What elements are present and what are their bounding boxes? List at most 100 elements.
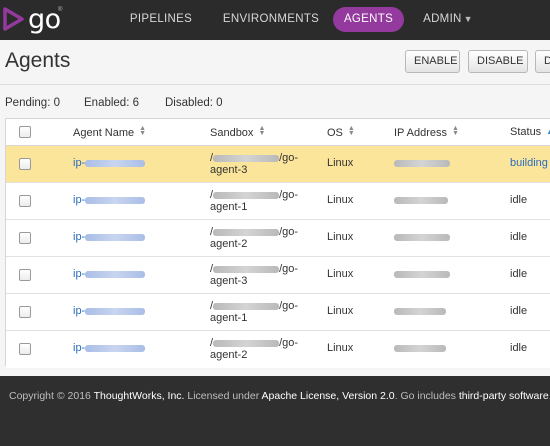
status-cell: idle (510, 305, 528, 317)
agent-name-link[interactable]: ip- (73, 305, 146, 317)
agent-name-prefix: ip- (73, 157, 86, 169)
sandbox-cell: //go-agent-1 (210, 300, 298, 324)
column-agent-name-label: Agent Name (73, 127, 135, 139)
agent-name-link[interactable]: ip- (73, 342, 146, 354)
column-os-label: OS (327, 127, 343, 139)
sandbox-cell: //go-agent-1 (210, 189, 298, 213)
status-cell[interactable]: building (510, 157, 548, 169)
redacted-hostname (85, 233, 146, 241)
redacted-ip (394, 270, 450, 278)
pending-count: Pending: 0 (5, 97, 60, 109)
redacted-hostname (85, 270, 146, 278)
sandbox-agent: agent-2 (210, 238, 248, 250)
delete-button[interactable]: D (535, 50, 550, 73)
nav-admin-label: ADMIN (423, 13, 462, 25)
os-cell: Linux (327, 342, 354, 354)
agent-name-link[interactable]: ip- (73, 231, 146, 243)
sandbox-agent: agent-1 (210, 312, 248, 324)
go-logo[interactable]: go ® (2, 4, 72, 35)
ip-address-cell (394, 268, 450, 280)
sort-icon: ▲ ▼ (139, 125, 147, 137)
redacted-hostname (85, 196, 146, 204)
redacted-ip (394, 159, 450, 167)
logo-registered-mark: ® (58, 7, 63, 13)
footer-third-party-link[interactable]: third-party software (459, 390, 549, 402)
os-cell: Linux (327, 231, 354, 243)
disable-button[interactable]: DISABLE (468, 50, 528, 73)
select-all-checkbox[interactable] (19, 126, 31, 138)
table-row[interactable]: ip- //go-agent-2 Linux idle (6, 220, 550, 257)
table-row[interactable]: ip- //go-agent-1 Linux idle (6, 294, 550, 331)
redacted-hostname (85, 159, 146, 167)
sandbox-cell: //go-agent-2 (210, 337, 298, 361)
sort-icon: ▲ ▼ (347, 125, 355, 137)
sandbox-cell: //go-agent-3 (210, 152, 298, 176)
caret-down-icon: ▼ (463, 14, 473, 24)
column-os[interactable]: OS ▲ ▼ (327, 125, 355, 139)
status-cell: idle (510, 231, 528, 243)
ip-address-cell (394, 305, 446, 317)
footer-licensed: Licensed under (184, 390, 262, 402)
table-row[interactable]: ip- //go-agent-2 Linux idle (6, 331, 550, 368)
ip-address-cell (394, 194, 448, 206)
agent-name-link[interactable]: ip- (73, 268, 146, 280)
enabled-count: Enabled: 6 (84, 97, 139, 109)
column-sandbox[interactable]: Sandbox ▲ ▼ (210, 125, 266, 139)
redacted-ip (394, 233, 450, 241)
column-agent-name[interactable]: Agent Name ▲ ▼ (73, 125, 147, 139)
row-checkbox[interactable] (19, 158, 31, 170)
sort-icon: ▲ ▼ (258, 125, 266, 137)
row-checkbox[interactable] (19, 269, 31, 281)
column-ip-address-label: IP Address (394, 127, 447, 139)
os-cell: Linux (327, 194, 354, 206)
column-ip-address[interactable]: IP Address ▲ ▼ (394, 125, 459, 139)
ip-address-cell (394, 157, 450, 169)
go-logo-icon (3, 7, 24, 31)
agent-name-link[interactable]: ip- (73, 194, 146, 206)
status-cell: idle (510, 194, 528, 206)
footer-company-link[interactable]: ThoughtWorks, Inc. (94, 390, 185, 402)
agent-name-link[interactable]: ip- (73, 157, 146, 169)
table-row[interactable]: ip- //go-agent-3 Linux idle (6, 257, 550, 294)
sandbox-cell: //go-agent-3 (210, 263, 298, 287)
sandbox-agent: agent-3 (210, 164, 248, 176)
footer-text: Copyright © 2016 ThoughtWorks, Inc. Lice… (9, 390, 550, 402)
logo-text: go (28, 4, 61, 35)
redacted-path (213, 302, 280, 310)
ip-address-cell (394, 231, 450, 243)
enable-button[interactable]: ENABLE (405, 50, 460, 73)
sandbox-suffix: /go- (279, 263, 299, 275)
redacted-path (213, 191, 280, 199)
agent-name-prefix: ip- (73, 231, 86, 243)
ip-address-cell (394, 342, 446, 354)
footer-license-link[interactable]: Apache License, Version 2.0 (262, 390, 395, 402)
redacted-ip (394, 344, 446, 352)
redacted-path (213, 154, 280, 162)
redacted-hostname (85, 307, 146, 315)
row-checkbox[interactable] (19, 343, 31, 355)
sandbox-suffix: /go- (279, 189, 299, 201)
redacted-path (213, 339, 280, 347)
column-status[interactable]: Status ▲ (510, 126, 550, 138)
sort-icon: ▲ ▼ (452, 125, 459, 137)
redacted-hostname (85, 344, 146, 352)
nav-environments[interactable]: ENVIRONMENTS (217, 7, 325, 32)
sandbox-suffix: /go- (279, 226, 299, 238)
table-row[interactable]: ip- //go-agent-3 Linux building (6, 146, 550, 183)
sort-up-icon: ▲ (546, 129, 550, 136)
redacted-ip (394, 307, 446, 315)
row-checkbox[interactable] (19, 232, 31, 244)
os-cell: Linux (327, 157, 354, 169)
nav-admin[interactable]: ADMIN ▼ (423, 7, 473, 32)
column-sandbox-label: Sandbox (210, 127, 254, 139)
header-divider (0, 84, 550, 85)
footer: Copyright © 2016 ThoughtWorks, Inc. Lice… (0, 376, 550, 446)
table-row[interactable]: ip- //go-agent-1 Linux idle (6, 183, 550, 220)
footer-includes: . Go includes (394, 390, 459, 402)
row-checkbox[interactable] (19, 306, 31, 318)
footer-copyright: Copyright © 2016 (9, 390, 94, 402)
sandbox-agent: agent-3 (210, 275, 248, 287)
row-checkbox[interactable] (19, 195, 31, 207)
nav-pipelines[interactable]: PIPELINES (128, 7, 194, 32)
nav-agents[interactable]: AGENTS (333, 7, 404, 32)
